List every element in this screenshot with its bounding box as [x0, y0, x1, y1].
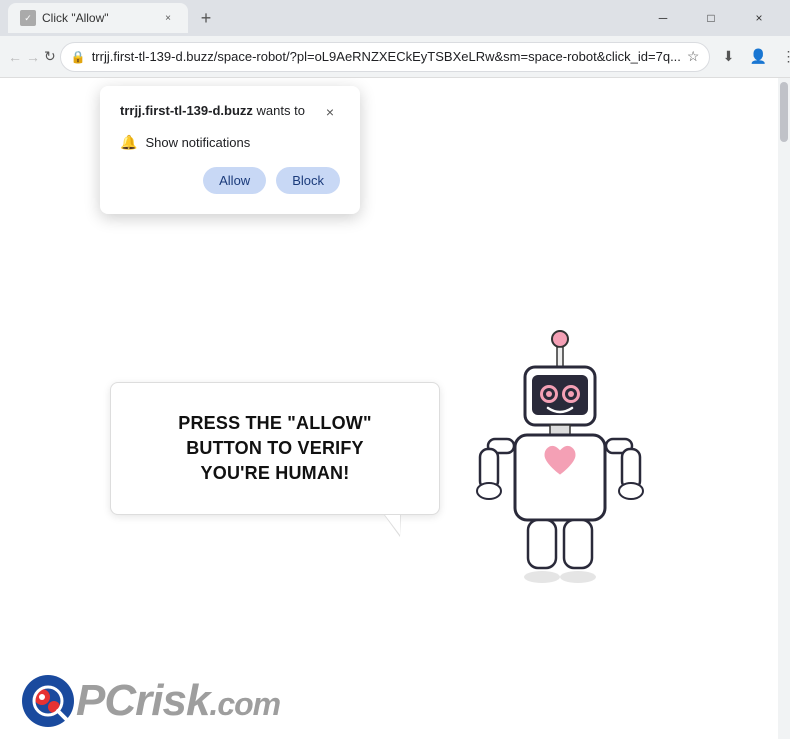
- main-message: PRESS THE "ALLOW" BUTTON TO VERIFY YOU'R…: [143, 411, 407, 487]
- popup-site-name: trrjj.first-tl-139-d.buzz: [120, 103, 253, 118]
- menu-button[interactable]: ⋮: [774, 43, 790, 71]
- window-controls: ─ □ ×: [640, 3, 782, 33]
- robot-illustration: [460, 329, 680, 609]
- maximize-button[interactable]: □: [688, 3, 734, 33]
- robot-svg: [460, 329, 660, 599]
- logo-area: PCrisk.com: [20, 673, 280, 729]
- lock-icon: 🔒: [71, 50, 86, 64]
- forward-button[interactable]: →: [26, 43, 40, 71]
- browser-tab[interactable]: ✓ Click "Allow" ×: [8, 3, 188, 33]
- title-bar: ✓ Click "Allow" × + ─ □ ×: [0, 0, 790, 36]
- main-text-line1: PRESS THE "ALLOW" BUTTON TO VERIFY: [178, 413, 371, 458]
- bell-icon: 🔔: [120, 134, 137, 151]
- new-tab-button[interactable]: +: [192, 4, 220, 32]
- scrollbar[interactable]: [778, 78, 790, 739]
- speech-bubble: PRESS THE "ALLOW" BUTTON TO VERIFY YOU'R…: [110, 382, 440, 516]
- logo-risk: risk: [135, 676, 209, 725]
- tab-close-button[interactable]: ×: [160, 10, 176, 26]
- popup-wants-to: wants to: [253, 103, 305, 118]
- popup-notification-row: 🔔 Show notifications: [120, 134, 340, 151]
- address-bar[interactable]: 🔒 trrjj.first-tl-139-d.buzz/space-robot/…: [60, 42, 711, 72]
- logo-pc: PC: [76, 676, 135, 725]
- nav-actions: ⬇ 👤 ⋮: [714, 43, 790, 71]
- notification-popup: trrjj.first-tl-139-d.buzz wants to × 🔔 S…: [100, 86, 360, 214]
- logo-text: PCrisk.com: [76, 676, 280, 726]
- main-content-area: PRESS THE "ALLOW" BUTTON TO VERIFY YOU'R…: [0, 218, 790, 679]
- tab-area: ✓ Click "Allow" × +: [8, 3, 220, 33]
- browser-content: trrjj.first-tl-139-d.buzz wants to × 🔔 S…: [0, 78, 790, 739]
- popup-header: trrjj.first-tl-139-d.buzz wants to ×: [120, 102, 340, 122]
- speech-bubble-container: PRESS THE "ALLOW" BUTTON TO VERIFY YOU'R…: [110, 382, 440, 516]
- popup-buttons: Allow Block: [120, 167, 340, 194]
- popup-close-button[interactable]: ×: [320, 102, 340, 122]
- tab-favicon: ✓: [20, 10, 36, 26]
- bookmark-icon[interactable]: ☆: [687, 48, 700, 65]
- popup-notification-text: Show notifications: [145, 135, 250, 150]
- scrollbar-thumb[interactable]: [780, 82, 788, 142]
- block-button[interactable]: Block: [276, 167, 340, 194]
- tab-title: Click "Allow": [42, 11, 154, 25]
- account-button[interactable]: 👤: [744, 43, 772, 71]
- url-text: trrjj.first-tl-139-d.buzz/space-robot/?p…: [92, 49, 681, 64]
- download-button[interactable]: ⬇: [714, 43, 742, 71]
- minimize-button[interactable]: ─: [640, 3, 686, 33]
- main-text-line2: YOU'RE HUMAN!: [201, 463, 350, 483]
- logo-icon: [20, 673, 76, 729]
- refresh-button[interactable]: ↻: [44, 43, 56, 71]
- window-close-button[interactable]: ×: [736, 3, 782, 33]
- logo-com: .com: [209, 686, 280, 722]
- allow-button[interactable]: Allow: [203, 167, 266, 194]
- popup-title: trrjj.first-tl-139-d.buzz wants to: [120, 102, 305, 120]
- back-button[interactable]: ←: [8, 43, 22, 71]
- navigation-bar: ← → ↻ 🔒 trrjj.first-tl-139-d.buzz/space-…: [0, 36, 790, 78]
